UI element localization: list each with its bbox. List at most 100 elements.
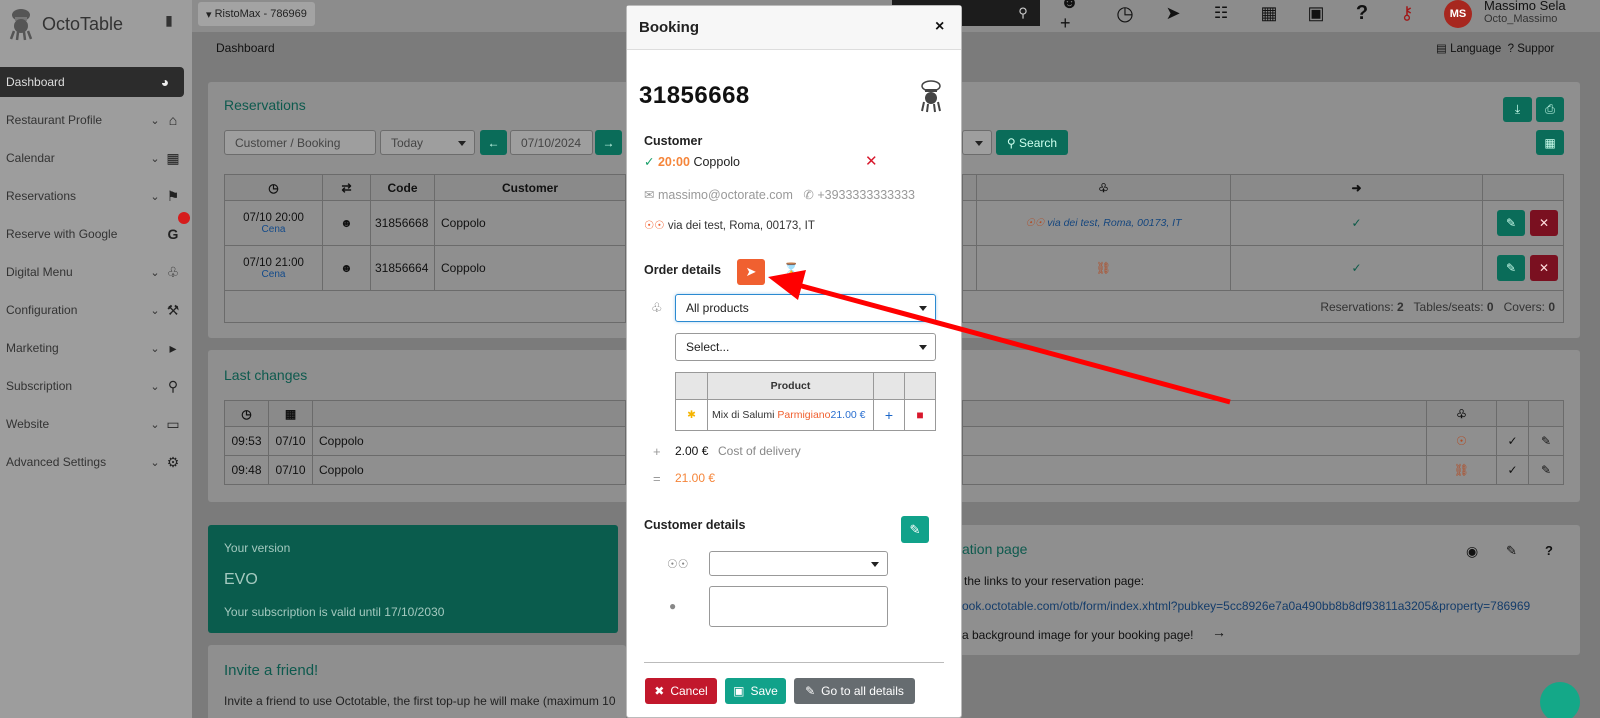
sidebar-item-calendar[interactable]: Calendar ⌄ ▦	[0, 143, 192, 173]
trash-icon[interactable]: ■	[904, 399, 936, 431]
add-product-icon[interactable]: +	[873, 399, 905, 431]
save-button[interactable]: ▣ Save	[725, 678, 786, 704]
sitemap-icon[interactable]: ☷	[1208, 0, 1234, 26]
send-icon[interactable]: ➤	[1160, 0, 1186, 26]
table-row[interactable]: 07/10 20:00 Cena ☻ 31856668 Coppolo	[224, 200, 626, 246]
avatar[interactable]: MS	[1444, 0, 1472, 28]
code-column-header: Code	[370, 174, 435, 201]
sidebar-item-reserve-with-google[interactable]: Reserve with Google G	[0, 219, 192, 249]
table-row[interactable]: ☉☉ via dei test, Roma, 00173, IT ✓	[962, 200, 1564, 246]
next-day-button[interactable]: →	[595, 130, 622, 155]
help-icon[interactable]: ?	[1545, 543, 1553, 558]
summary-label: Covers:	[1503, 299, 1545, 314]
restaurant-selector[interactable]: ▾ RistoMax - 786969	[198, 2, 315, 26]
product-filter-select[interactable]: All products	[675, 294, 936, 322]
sidebar-item-website[interactable]: Website ⌄ ▭	[0, 409, 192, 439]
product-filter-value: All products	[686, 301, 749, 315]
period-select[interactable]: Today	[380, 130, 475, 155]
cancel-label: Cancel	[670, 684, 708, 698]
search-icon[interactable]: ⚲	[1010, 0, 1036, 26]
calendar-grid-icon[interactable]: ▦	[1256, 0, 1282, 26]
send-order-button[interactable]: ➤	[737, 259, 765, 285]
app-logo[interactable]: OctoTable	[8, 6, 123, 42]
search-button[interactable]: ⚲ Search	[996, 130, 1068, 155]
edit-icon: ✎	[805, 684, 816, 698]
print-button[interactable]: ⎙	[1536, 97, 1564, 122]
eye-icon[interactable]: ◉	[1466, 543, 1478, 560]
date-cell: 07/10	[268, 426, 313, 456]
chat-widget-icon[interactable]	[1540, 682, 1580, 718]
table-row[interactable]: 07/10 21:00 Cena ☻ 31856664 Coppolo	[224, 245, 626, 291]
product-select[interactable]: Select...	[675, 333, 936, 361]
sidebar-item-marketing[interactable]: Marketing ⌄ ▸	[0, 333, 192, 363]
sidebar-item-label: Marketing	[6, 341, 59, 355]
customer-heading: Customer	[644, 134, 703, 148]
product-select-placeholder: Select...	[686, 340, 730, 354]
sidebar-item-dashboard[interactable]: Dashboard ◕	[0, 67, 184, 97]
column-header	[962, 400, 1427, 427]
support-link[interactable]: Suppor	[1517, 43, 1554, 55]
booking-time: 20:00	[657, 155, 690, 169]
close-icon[interactable]: ×	[935, 18, 944, 36]
edit-button[interactable]: ✎	[1497, 255, 1525, 281]
order-products-table: Product ✱ Mix di Salumi Parmigiano21.00 …	[675, 372, 936, 431]
download-button[interactable]: ⤓	[1503, 97, 1532, 122]
table-row[interactable]: ☉ ✓ ✎	[962, 426, 1564, 456]
language-link[interactable]: Language	[1450, 43, 1501, 55]
checkin-column-icon: ➜	[1230, 174, 1483, 201]
time-cell: 07/10 20:00 Cena	[224, 200, 323, 246]
sidebar-item-configuration[interactable]: Configuration ⌄ ⚒	[0, 295, 192, 325]
table-row[interactable]: ⛓ ✓ ✎	[962, 455, 1564, 485]
sidebar-item-advanced-settings[interactable]: Advanced Settings ⌄ ⚙	[0, 447, 192, 477]
key-icon[interactable]: ⚷	[1394, 0, 1420, 26]
arrow-right-icon[interactable]: →	[1212, 624, 1226, 640]
edit-button[interactable]: ✎	[1497, 210, 1525, 236]
delete-button[interactable]: ✕	[1530, 210, 1558, 236]
table-row[interactable]: ⛓ ✓	[962, 245, 1564, 291]
sidebar-item-digital-menu[interactable]: Digital Menu ⌄ ♧	[0, 257, 192, 287]
user-name[interactable]: Massimo Sela	[1484, 0, 1566, 13]
table-row[interactable]: 09:48 07/10 Coppolo	[224, 455, 626, 485]
table-header-row: Product	[675, 372, 936, 400]
delete-button[interactable]: ✕	[1530, 255, 1558, 281]
go-to-all-details-button[interactable]: ✎ Go to all details	[794, 678, 915, 704]
version-label: Your version	[224, 541, 291, 555]
customer-cell: Coppolo	[434, 245, 626, 291]
megaphone-icon: ▸	[169, 339, 177, 356]
previous-day-button[interactable]: ←	[480, 130, 507, 155]
remove-customer-icon[interactable]: ✕	[865, 152, 878, 170]
pin-icon[interactable]: ▮	[158, 12, 180, 34]
sidebar-item-label: Restaurant Profile	[6, 113, 103, 127]
envelope-icon: ✉	[644, 188, 655, 202]
sidebar-item-restaurant-profile[interactable]: Restaurant Profile ⌄ ⌂	[0, 105, 192, 135]
product-variant: Parmigiano	[777, 409, 831, 421]
filter-select[interactable]	[962, 130, 992, 155]
edit-icon[interactable]: ✎	[1528, 455, 1564, 485]
search-label: Search	[1019, 135, 1058, 150]
sidebar-item-subscription[interactable]: Subscription ⌄ ⚲	[0, 371, 192, 401]
calendar-button[interactable]: ▦	[1536, 130, 1564, 155]
hourglass-icon[interactable]: ⌛	[783, 262, 799, 278]
edit-icon[interactable]: ✎	[1528, 426, 1564, 456]
table-row[interactable]: 09:53 07/10 Coppolo	[224, 426, 626, 456]
clock-icon[interactable]: ◷	[1112, 0, 1138, 26]
table-row[interactable]: ✱ Mix di Salumi Parmigiano21.00 € + ■	[675, 399, 936, 431]
images-icon[interactable]: ▣	[1303, 0, 1329, 26]
date-input[interactable]: 07/10/2024	[510, 130, 593, 155]
edit-customer-button[interactable]: ✎	[901, 516, 929, 543]
time-cell: 07/10 21:00 Cena	[224, 245, 323, 291]
add-user-icon[interactable]: ☻+	[1060, 0, 1086, 33]
help-icon[interactable]: ?	[1349, 0, 1375, 26]
table-header-row: ◷ ⇄ Code Customer	[224, 174, 626, 201]
edit-icon[interactable]: ✎	[1506, 543, 1517, 559]
calendar-icon: ▦	[166, 149, 180, 166]
reservation-page-title: ation page	[962, 541, 1028, 557]
delivery-type-select[interactable]	[709, 551, 888, 576]
cancel-button[interactable]: ✖ Cancel	[645, 678, 717, 704]
sidebar-item-reservations[interactable]: Reservations ⌄ ⚑	[0, 181, 192, 211]
notes-textarea[interactable]	[709, 586, 888, 627]
home-icon: ⌂	[168, 112, 178, 128]
invite-text: Invite a friend to use Octotable, the fi…	[224, 694, 616, 708]
reservation-page-url[interactable]: ook.octotable.com/otb/form/index.xhtml?p…	[962, 599, 1530, 613]
customer-booking-search-input[interactable]: Customer / Booking	[224, 130, 376, 155]
